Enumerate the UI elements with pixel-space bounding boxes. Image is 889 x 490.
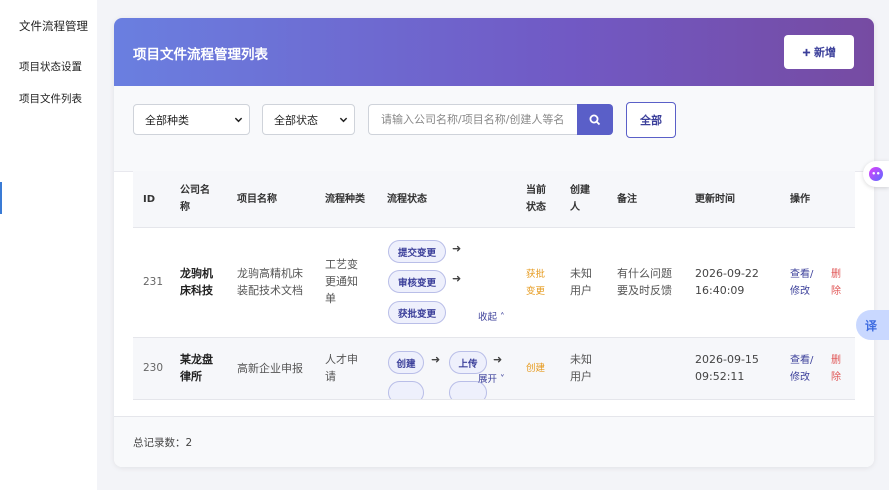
cell-id: 230	[143, 362, 164, 374]
cell-current-status: 创建	[526, 363, 546, 374]
chevron-down-icon	[339, 117, 348, 123]
collapse-toggle[interactable]: 收起 ˄	[478, 309, 505, 323]
flow-step-tag[interactable]: 审核变更	[388, 270, 446, 293]
cell-current-status: 获批变更	[526, 269, 546, 297]
sidebar-title: 文件流程管理	[19, 19, 88, 33]
arrow-right-icon: ➜	[452, 272, 462, 285]
cell-creator: 未知用户	[570, 267, 592, 297]
col-company: 公司名称	[180, 185, 210, 213]
cell-project: 龙驹高精机床装配技术文档	[237, 267, 303, 297]
cell-id: 231	[143, 276, 164, 288]
cell-updated: 2026-09-22 16:40:09	[695, 267, 759, 297]
view-edit-label: 查看/修改	[790, 269, 814, 297]
col-actions: 操作	[790, 194, 810, 205]
col-id: ID	[143, 194, 156, 205]
search-button[interactable]	[577, 104, 613, 135]
sidebar-item-status-settings[interactable]: 项目状态设置	[19, 59, 82, 74]
cell-company: 龙驹机床科技	[180, 267, 213, 297]
flow-step-tag[interactable]: 创建	[388, 351, 424, 374]
view-edit-link[interactable]: 查看/修改	[790, 266, 818, 300]
new-button[interactable]: 新增	[784, 35, 854, 69]
collapse-toggle-label: 收起	[478, 312, 498, 323]
total-count: 总记录数：2	[133, 437, 193, 449]
status-select-value: 全部状态	[274, 113, 318, 127]
col-remark: 备注	[617, 194, 637, 205]
col-flow-status: 流程状态	[387, 194, 427, 205]
cell-project: 高新企业申报	[237, 362, 303, 375]
col-current-status: 当前状态	[526, 185, 546, 213]
search-icon	[589, 114, 601, 125]
arrow-right-icon: ➜	[493, 353, 503, 366]
table-header: ID 公司名称 项目名称 流程种类 流程状态 当前状态 创建人 备注 更新时间 …	[133, 171, 855, 228]
cell-updated: 2026-09-15 09:52:11	[695, 353, 759, 383]
arrow-right-icon: ➜	[452, 242, 462, 255]
flow-step-tag[interactable]: 获批变更	[388, 301, 446, 324]
sidebar: 文件流程管理 项目状态设置 项目文件列表	[0, 0, 97, 490]
col-updated: 更新时间	[695, 194, 735, 205]
col-flow-type: 流程种类	[325, 194, 365, 205]
cell-flow-type: 人才申请	[325, 353, 358, 383]
table-row: 231 龙驹机床科技 龙驹高精机床装配技术文档 工艺变更通知单 提交变更 ➜ 审…	[133, 228, 855, 338]
plus-icon	[802, 48, 811, 56]
table-row: 230 某龙盘律所 高新企业申报 人才申请 创建 ➜ 上传 ➜ 展开 ˅ 创建 …	[133, 338, 855, 400]
col-creator: 创建人	[570, 185, 590, 213]
chevron-up-icon: ˄	[500, 312, 505, 323]
category-select[interactable]: 全部种类	[133, 104, 250, 135]
delete-link[interactable]: 删除	[831, 352, 843, 386]
cell-remark: 有什么问题要及时反馈	[617, 267, 672, 297]
expand-toggle[interactable]: 展开 ˅	[478, 371, 505, 385]
status-select[interactable]: 全部状态	[262, 104, 355, 135]
arrow-right-icon: ➜	[431, 353, 441, 366]
translate-button[interactable]: 译	[856, 310, 889, 340]
ai-assistant-button[interactable]: ••	[863, 161, 889, 187]
view-edit-link[interactable]: 查看/修改	[790, 352, 818, 386]
flow-step-tag-hidden	[388, 381, 424, 399]
chevron-down-icon	[234, 117, 243, 123]
all-button[interactable]: 全部	[626, 102, 676, 138]
new-button-label: 新增	[814, 46, 836, 59]
chevron-down-icon: ˅	[500, 374, 505, 385]
card-footer: 总记录数：2	[114, 416, 874, 467]
flow-step-tag[interactable]: 提交变更	[388, 240, 446, 263]
sidebar-scroll-marker	[0, 182, 2, 214]
col-project: 项目名称	[237, 194, 277, 205]
expand-toggle-label: 展开	[478, 374, 498, 385]
view-edit-label: 查看/修改	[790, 355, 814, 383]
main-card: 项目文件流程管理列表 新增 全部种类 全部状态 全部 ID 公司名称 项目名称 …	[114, 18, 874, 467]
page-title: 项目文件流程管理列表	[133, 47, 268, 63]
cell-creator: 未知用户	[570, 353, 592, 383]
cell-company: 某龙盘律所	[180, 353, 213, 383]
cell-flow-type: 工艺变更通知单	[325, 258, 358, 305]
sidebar-item-file-list[interactable]: 项目文件列表	[19, 91, 82, 106]
card-header: 项目文件流程管理列表 新增	[114, 18, 874, 86]
search-input[interactable]	[368, 104, 578, 135]
translate-label: 译	[865, 318, 878, 333]
ai-assistant-icon: ••	[869, 167, 883, 181]
delete-link[interactable]: 删除	[831, 266, 843, 300]
category-select-value: 全部种类	[145, 113, 189, 127]
filter-bar: 全部种类 全部状态 全部	[114, 86, 874, 172]
